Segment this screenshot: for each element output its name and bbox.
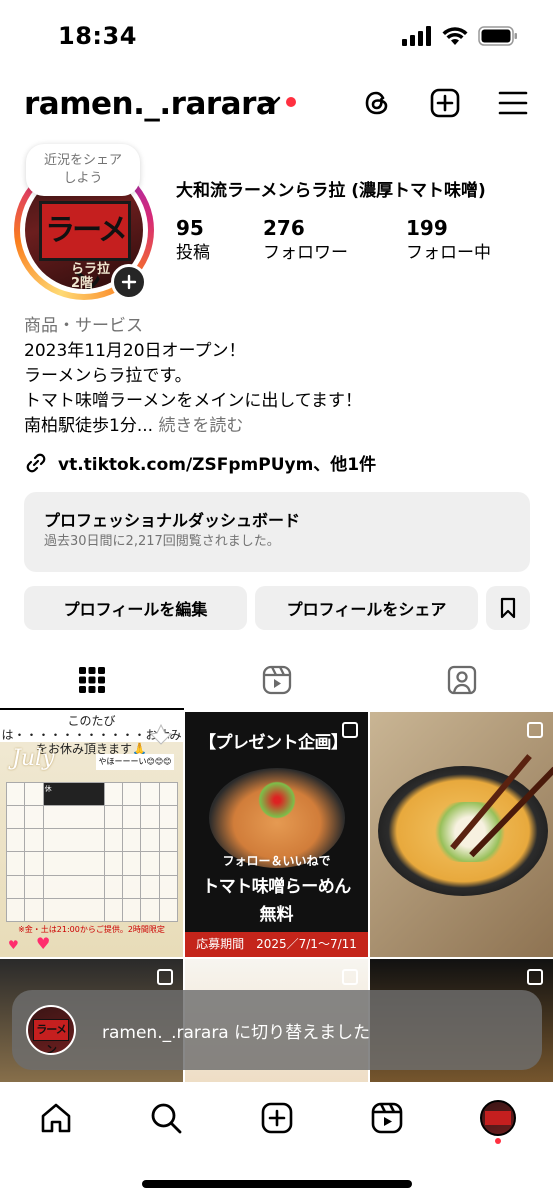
account-username[interactable]: ramen._.rarara <box>24 86 277 122</box>
edit-profile-button[interactable]: プロフィールを編集 <box>24 586 247 630</box>
post-text: やほーーーい😊😊😊 <box>96 754 174 770</box>
saved-button[interactable] <box>486 586 530 630</box>
reels-icon <box>262 665 292 695</box>
bio-line: トマト味噌ラーメンをメインに出してます！ <box>24 391 362 411</box>
tab-reels[interactable] <box>185 650 369 710</box>
chevron-down-icon[interactable] <box>263 96 281 108</box>
stat-following[interactable]: 199 フォロー中 <box>406 216 491 266</box>
threads-button[interactable] <box>360 86 394 120</box>
heart-icon: ♥ <box>8 938 19 952</box>
plus-square-icon <box>430 88 460 118</box>
avatar-sign-text: ラーメン <box>39 201 131 289</box>
carousel-icon <box>342 969 358 985</box>
search-icon <box>151 1103 182 1134</box>
notification-dot <box>286 97 296 107</box>
tab-tagged[interactable] <box>370 650 554 710</box>
avatar-sub-text: らラ拉 2階 <box>71 262 111 290</box>
bio-category: 商品・サービス <box>24 316 143 336</box>
carousel-icon <box>342 722 358 738</box>
bookmark-icon <box>500 597 516 619</box>
share-profile-button[interactable]: プロフィールをシェア <box>255 586 478 630</box>
create-button[interactable] <box>428 86 462 120</box>
carousel-icon <box>527 969 543 985</box>
bio-line: 南柏駅徒歩1分... 続きを読む <box>24 416 244 436</box>
dashboard-subtitle: 過去30日間に2,217回閲覧されました。 <box>44 534 280 549</box>
bio-line: ラーメンらラ拉です。 <box>24 366 192 386</box>
nav-profile[interactable] <box>478 1098 518 1138</box>
signal-icon <box>402 26 431 46</box>
stat-posts[interactable]: 95 投稿 <box>176 216 210 266</box>
bio-line: 2023年11月20日オープン！ <box>24 341 246 361</box>
read-more-link[interactable]: 続きを読む <box>158 416 243 436</box>
nav-reels[interactable] <box>367 1098 407 1138</box>
profile-bio: 商品・サービス 2023年11月20日オープン！ ラーメンらラ拉です。 トマト味… <box>24 314 534 439</box>
plus-square-icon <box>261 1102 293 1134</box>
heart-icon: ♥ <box>36 934 51 953</box>
status-bar: 18:34 <box>0 0 554 70</box>
profile-link[interactable]: vt.tiktok.com/ZSFpmPUym、他1件 <box>24 450 376 475</box>
battery-icon <box>478 26 517 46</box>
profile-header: ramen._.rarara <box>0 80 554 130</box>
post-text: ※金・土は21:00からご提供。2時間限定 <box>18 925 165 934</box>
post-text: 無料 <box>259 905 294 925</box>
plus-icon <box>121 274 137 290</box>
link-icon <box>26 453 46 472</box>
stat-label: フォロー中 <box>406 243 491 263</box>
hamburger-menu-icon <box>498 91 528 115</box>
professional-dashboard[interactable]: プロフェッショナルダッシュボード 過去30日間に2,217回閲覧されました。 <box>24 492 530 572</box>
tagged-person-icon <box>447 665 477 695</box>
post-text: 【プレゼント企画】 <box>199 733 348 753</box>
nav-create[interactable] <box>257 1098 297 1138</box>
menu-button[interactable] <box>496 86 530 120</box>
post-text: July <box>12 746 55 771</box>
carousel-icon <box>527 722 543 738</box>
post-text: トマト味噌らーめん <box>202 877 351 897</box>
note-line-1: 近況をシェア <box>43 153 122 168</box>
home-icon <box>41 1103 71 1133</box>
stat-number: 276 <box>263 216 305 240</box>
status-time: 18:34 <box>58 22 137 50</box>
toast-message: ramen._.rarara に切り替えました <box>102 1022 371 1043</box>
tab-posts-grid[interactable] <box>0 650 184 710</box>
profile-avatar-small <box>480 1100 516 1136</box>
dashboard-title: プロフェッショナルダッシュボード <box>44 511 301 530</box>
link-text: vt.tiktok.com/ZSFpmPUym、他1件 <box>58 455 377 475</box>
status-icons <box>402 26 518 46</box>
note-line-2: しよう <box>63 171 103 186</box>
home-indicator <box>142 1180 412 1188</box>
stat-number: 199 <box>406 216 448 240</box>
stat-number: 95 <box>176 216 204 240</box>
pin-icon <box>150 724 172 745</box>
notification-dot <box>495 1138 501 1144</box>
stat-followers[interactable]: 276 フォロワー <box>263 216 348 266</box>
stat-label: フォロワー <box>263 243 348 263</box>
calendar-image: 休 <box>5 781 179 923</box>
toast-avatar: ラーメン <box>26 1005 76 1055</box>
post-thumbnail[interactable] <box>370 712 553 957</box>
add-story-button[interactable] <box>111 264 147 300</box>
threads-icon <box>365 91 388 115</box>
profile-tabs <box>0 650 554 712</box>
post-text: 応募期間 2025／7/1〜7/11 <box>185 932 368 957</box>
grid-icon <box>79 667 105 693</box>
carousel-icon <box>157 969 173 985</box>
note-bubble[interactable]: 近況をシェア しよう <box>26 144 140 196</box>
stat-label: 投稿 <box>176 243 210 263</box>
post-thumbnail[interactable]: 【プレゼント企画】 フォロー＆いいねで トマト味噌らーめん 無料 応募期間 20… <box>185 712 368 957</box>
nav-search[interactable] <box>146 1098 186 1138</box>
post-thumbnail[interactable]: このたびは・・・・・・・・・・・お休み をお休み頂きます🙏 July やほーーー… <box>0 712 183 957</box>
wifi-icon <box>442 27 468 45</box>
nav-home[interactable] <box>36 1098 76 1138</box>
post-text: フォロー＆いいねで <box>222 854 331 868</box>
display-name: 大和流ラーメンらラ拉 (濃厚トマト味噌) <box>176 181 486 201</box>
account-switch-toast: ラーメン ramen._.rarara に切り替えました <box>12 990 542 1070</box>
active-tab-indicator <box>0 708 184 710</box>
reels-icon <box>371 1102 403 1134</box>
